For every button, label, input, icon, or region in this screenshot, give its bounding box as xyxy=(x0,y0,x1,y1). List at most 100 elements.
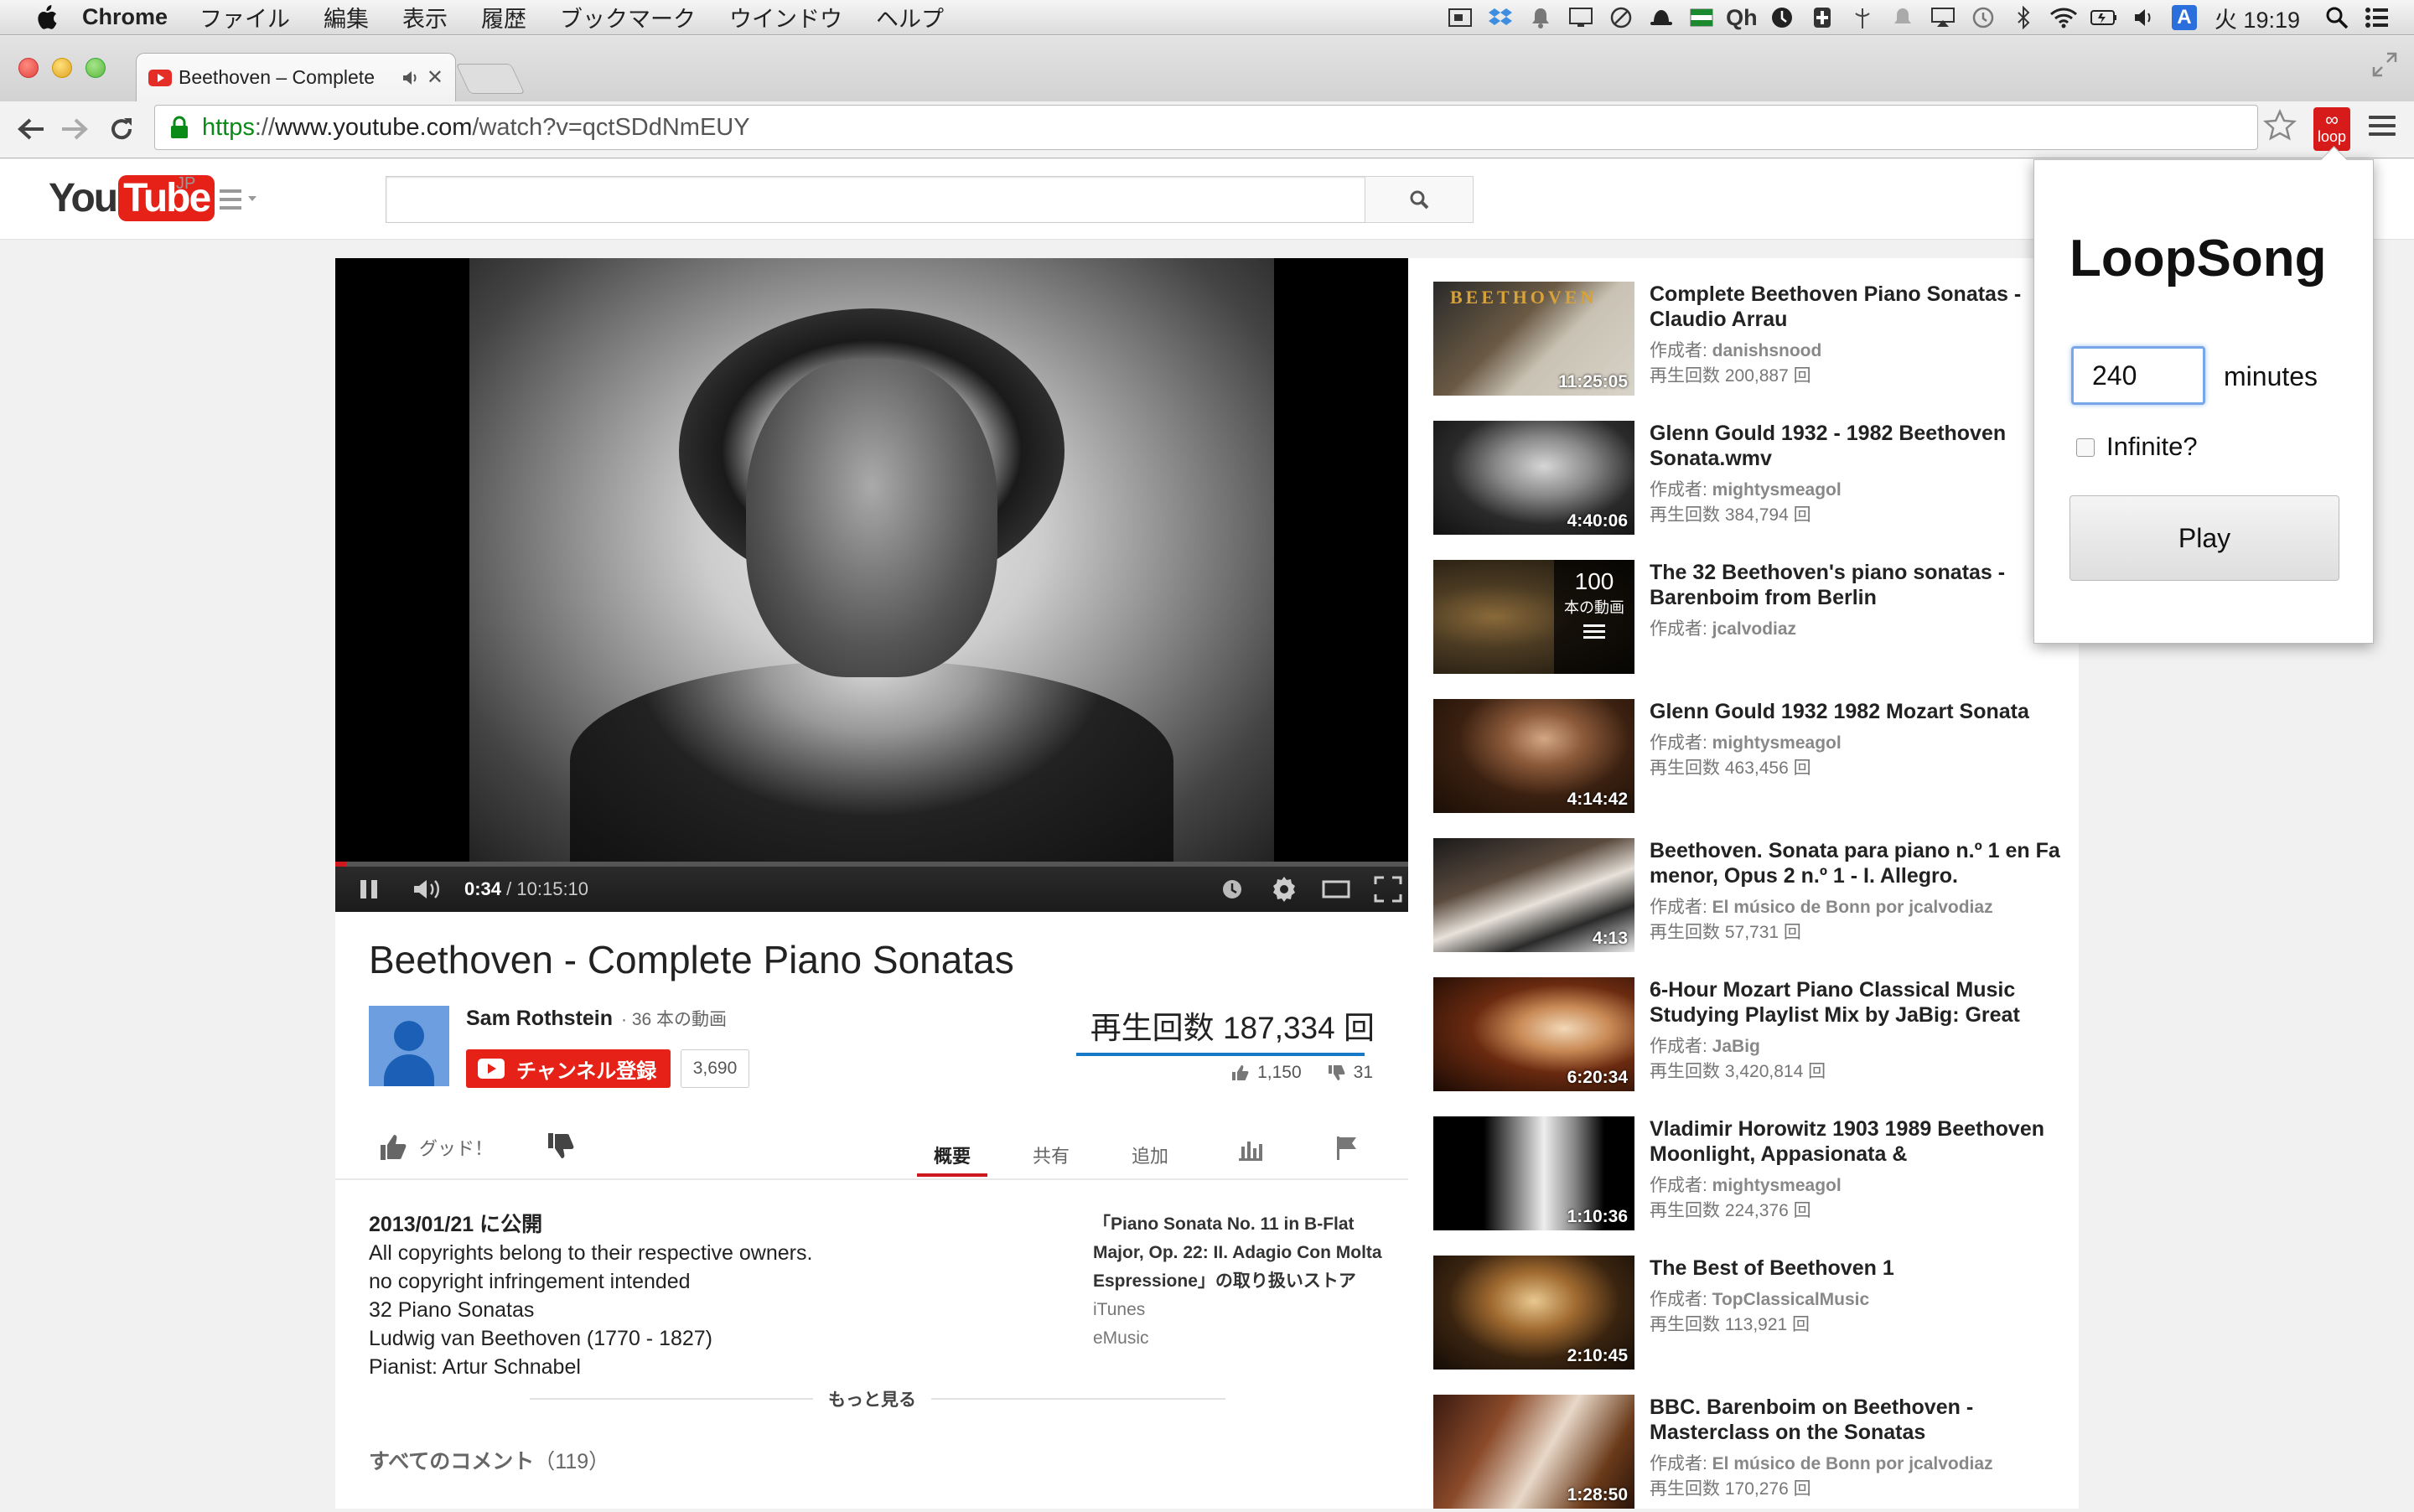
related-video[interactable]: 6:20:34 6-Hour Mozart Piano Classical Mu… xyxy=(1433,977,2054,1095)
chrome-menu-icon[interactable] xyxy=(2369,116,2396,137)
forward-button[interactable] xyxy=(55,110,94,148)
tab-close-icon[interactable]: ✕ xyxy=(427,65,443,90)
screen-capture-icon[interactable] xyxy=(1440,0,1480,35)
report-flag-icon[interactable] xyxy=(1334,1135,1360,1167)
video-thumbnail[interactable]: 2:10:45 xyxy=(1433,1256,1634,1370)
playlist-thumbnail[interactable]: 100 本の動画 xyxy=(1433,560,1634,674)
video-thumbnail[interactable]: BEETHOVEN 11:25:05 xyxy=(1433,282,1634,396)
https-lock-icon[interactable] xyxy=(168,115,192,140)
hat-icon[interactable] xyxy=(1641,0,1681,35)
related-video[interactable]: 4:14:42 Glenn Gould 1932 1982 Mozart Son… xyxy=(1433,699,2054,816)
monitor-icon[interactable] xyxy=(1561,0,1601,35)
minimize-window-button[interactable] xyxy=(52,58,72,78)
minutes-input[interactable] xyxy=(2071,346,2205,405)
related-title[interactable]: Vladimir Horowitz 1903 1989 Beethoven Mo… xyxy=(1650,1116,2060,1167)
speed-icon[interactable] xyxy=(1762,0,1802,35)
video-thumbnail[interactable]: 4:13 xyxy=(1433,838,1634,952)
settings-gear-icon[interactable] xyxy=(1267,873,1301,906)
related-video[interactable]: BEETHOVEN 11:25:05 Complete Beethoven Pi… xyxy=(1433,282,2054,399)
menu-app-name[interactable]: Chrome xyxy=(82,4,168,30)
bell-icon[interactable] xyxy=(1520,0,1561,35)
browser-tab-active[interactable]: Beethoven – Complete ✕ xyxy=(136,53,456,101)
related-title[interactable]: 6-Hour Mozart Piano Classical Music Stud… xyxy=(1650,977,2060,1028)
antenna-icon[interactable] xyxy=(1842,0,1883,35)
like-button[interactable]: グッド！ xyxy=(379,1133,493,1162)
stats-icon[interactable] xyxy=(1237,1137,1264,1167)
related-title[interactable]: Glenn Gould 1932 1982 Mozart Sonata xyxy=(1650,699,2060,724)
menu-edit[interactable]: 編集 xyxy=(324,1,369,34)
related-title[interactable]: BBC. Barenboim on Beethoven - Masterclas… xyxy=(1650,1395,2060,1445)
infinite-label[interactable]: Infinite? xyxy=(2106,432,2198,462)
video-thumbnail[interactable]: 4:14:42 xyxy=(1433,699,1634,813)
menu-window[interactable]: ウインドウ xyxy=(729,1,842,34)
related-title[interactable]: Glenn Gould 1932 - 1982 Beethoven Sonata… xyxy=(1650,421,2060,471)
video-thumbnail[interactable]: 1:28:50 xyxy=(1433,1395,1634,1509)
video-frame[interactable] xyxy=(469,258,1274,862)
menu-clock[interactable]: 火 19:19 xyxy=(2215,2,2300,34)
related-playlist[interactable]: 100 本の動画 The 32 Beethoven's piano sonata… xyxy=(1433,560,2054,677)
related-title[interactable]: Beethoven. Sonata para piano n.º 1 en Fa… xyxy=(1650,838,2060,888)
related-video[interactable]: 4:40:06 Glenn Gould 1932 - 1982 Beethove… xyxy=(1433,421,2054,538)
guide-menu-icon[interactable] xyxy=(220,189,256,210)
play-button[interactable]: Play xyxy=(2070,495,2339,581)
channel-name[interactable]: Sam Rothstein xyxy=(466,1007,613,1030)
spotlight-icon[interactable] xyxy=(2317,0,2357,35)
video-thumbnail[interactable]: 6:20:34 xyxy=(1433,977,1634,1091)
store-link-itunes[interactable]: iTunes xyxy=(1093,1296,1386,1324)
infinite-checkbox[interactable] xyxy=(2076,438,2095,457)
flag-icon[interactable] xyxy=(1681,0,1722,35)
related-video[interactable]: 1:10:36 Vladimir Horowitz 1903 1989 Beet… xyxy=(1433,1116,2054,1234)
watch-later-icon[interactable] xyxy=(1215,873,1249,906)
related-title[interactable]: The Best of Beethoven 1 xyxy=(1650,1256,2060,1281)
video-player[interactable]: 0:34 / 10:15:10 xyxy=(335,258,1408,912)
theater-mode-icon[interactable] xyxy=(1319,873,1353,906)
channel-avatar[interactable] xyxy=(369,1006,449,1086)
menu-bookmarks[interactable]: ブックマーク xyxy=(560,1,696,34)
tab-add-to[interactable]: 追加 xyxy=(1132,1142,1168,1168)
close-window-button[interactable] xyxy=(18,58,39,78)
tab-about[interactable]: 概要 xyxy=(934,1142,971,1168)
related-title[interactable]: Complete Beethoven Piano Sonatas - Claud… xyxy=(1650,282,2060,332)
menu-history[interactable]: 履歴 xyxy=(481,1,526,34)
back-button[interactable] xyxy=(12,110,50,148)
related-video[interactable]: 1:28:50 BBC. Barenboim on Beethoven - Ma… xyxy=(1433,1395,2054,1512)
input-source-icon[interactable]: A xyxy=(2164,0,2204,35)
related-video[interactable]: 4:13 Beethoven. Sonata para piano n.º 1 … xyxy=(1433,838,2060,955)
loopsong-extension-button[interactable]: ∞ loop xyxy=(2313,107,2350,151)
related-title[interactable]: The 32 Beethoven's piano sonatas - Baren… xyxy=(1650,560,2060,610)
bell-alt-icon[interactable] xyxy=(1883,0,1923,35)
video-thumbnail[interactable]: 4:40:06 xyxy=(1433,421,1634,535)
tab-share[interactable]: 共有 xyxy=(1033,1142,1070,1168)
qh-icon[interactable]: Qh xyxy=(1722,0,1762,35)
store-link-emusic[interactable]: eMusic xyxy=(1093,1324,1386,1353)
wifi-icon[interactable] xyxy=(2044,0,2084,35)
comments-header[interactable]: すべてのコメント（119） xyxy=(369,1445,609,1475)
dropbox-icon[interactable] xyxy=(1480,0,1520,35)
battery-icon[interactable] xyxy=(2084,0,2124,35)
search-input[interactable] xyxy=(386,176,1366,223)
notification-center-icon[interactable] xyxy=(2357,0,2397,35)
dislike-button[interactable] xyxy=(547,1131,575,1164)
fullscreen-player-icon[interactable] xyxy=(1371,873,1405,906)
channel-video-count[interactable]: · 36 本の動画 xyxy=(621,1010,727,1029)
menu-help[interactable]: ヘルプ xyxy=(876,1,944,34)
apple-icon[interactable] xyxy=(32,3,60,32)
subscribe-button[interactable]: チャンネル登録 xyxy=(466,1049,671,1088)
zoom-window-button[interactable] xyxy=(85,58,106,78)
address-bar[interactable]: https://www.youtube.com/watch?v=qctSDdNm… xyxy=(154,105,2258,150)
airplay-icon[interactable] xyxy=(1923,0,1963,35)
menu-view[interactable]: 表示 xyxy=(402,1,448,34)
youtube-logo[interactable]: You Tube JP xyxy=(49,173,215,223)
bluetooth-icon[interactable] xyxy=(2003,0,2044,35)
no-entry-icon[interactable] xyxy=(1601,0,1641,35)
pause-button[interactable] xyxy=(352,873,386,906)
shield-icon[interactable] xyxy=(1802,0,1842,35)
volume-icon[interactable] xyxy=(2124,0,2164,35)
tab-audio-icon[interactable] xyxy=(401,70,420,86)
show-more-button[interactable]: もっと見る xyxy=(813,1386,931,1411)
video-thumbnail[interactable]: 1:10:36 xyxy=(1433,1116,1634,1230)
fullscreen-icon[interactable] xyxy=(2372,52,2397,77)
search-button[interactable] xyxy=(1365,176,1474,223)
menu-file[interactable]: ファイル xyxy=(199,1,290,34)
mute-button[interactable] xyxy=(411,873,444,906)
